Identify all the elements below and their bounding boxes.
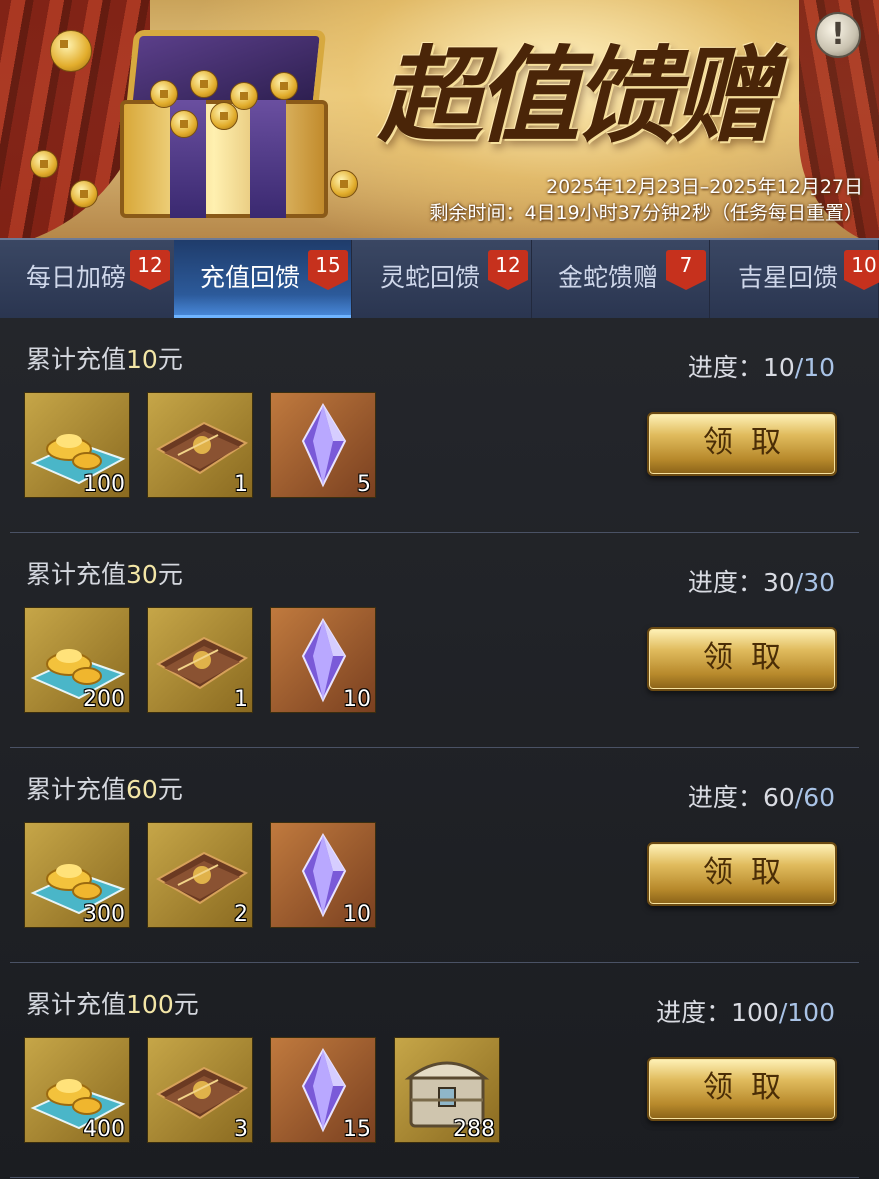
tab-badge: 15 [308,250,348,290]
tab-label: 金蛇馈赠 [558,263,659,292]
tab-label: 灵蛇回馈 [380,263,481,292]
reward-item-crystal[interactable]: 5 [270,392,376,498]
progress-text: 进度：30/30 [687,568,835,597]
remaining-time: 剩余时间：4日19小时37分钟2秒（任务每日重置） [429,202,863,224]
reward-row: 累计充值10元 进度：10/10 100 1 5 领取 [0,318,879,533]
claim-button[interactable]: 领取 [647,842,837,906]
reward-row: 累计充值60元 进度：60/60 300 2 10 领取 [0,748,879,963]
reward-item-scroll-book[interactable]: 3 [147,1037,253,1143]
item-count: 5 [357,472,371,497]
event-banner: 超值馈赠 2025年12月23日–2025年12月27日 剩余时间：4日19小时… [0,0,879,238]
reward-list: 累计充值10元 进度：10/10 100 1 5 领取 累计充值30元 进度：3… [0,318,879,1179]
tab-badge: 7 [666,250,706,290]
item-count: 288 [453,1117,495,1142]
reward-item-crystal[interactable]: 15 [270,1037,376,1143]
reward-requirement: 累计充值100元 [26,990,199,1019]
info-button[interactable]: ! [815,12,861,58]
treasure-chest-illustration [30,20,358,218]
item-count: 1 [234,687,248,712]
tab-spirit-snake[interactable]: 灵蛇回馈 12 [354,240,532,318]
tab-label: 吉星回馈 [738,263,839,292]
item-count: 100 [83,472,125,497]
item-count: 2 [234,902,248,927]
reward-item-scroll-book[interactable]: 1 [147,392,253,498]
tab-golden-snake[interactable]: 金蛇馈赠 7 [532,240,710,318]
tab-lucky-star[interactable]: 吉星回馈 10 [712,240,879,318]
item-count: 10 [343,902,371,927]
progress-text: 进度：60/60 [687,783,835,812]
claim-button[interactable]: 领取 [647,412,837,476]
reward-item-crystal[interactable]: 10 [270,822,376,928]
reward-item-scroll-book[interactable]: 1 [147,607,253,713]
banner-title: 超值馈赠 [378,34,776,157]
tab-recharge[interactable]: 充值回馈 15 [174,240,352,318]
claim-button[interactable]: 领取 [647,1057,837,1121]
item-count: 3 [234,1117,248,1142]
tab-bar: 每日加磅 12 充值回馈 15 灵蛇回馈 12 金蛇馈赠 7 吉星回馈 10 [0,238,879,322]
item-count: 10 [343,687,371,712]
reward-item-scroll-book[interactable]: 2 [147,822,253,928]
item-count: 200 [83,687,125,712]
progress-text: 进度：100/100 [656,998,835,1027]
event-date-range: 2025年12月23日–2025年12月27日 [546,176,863,198]
tab-badge: 12 [488,250,528,290]
tab-badge: 10 [844,250,879,290]
reward-item-gold-ingot[interactable]: 100 [24,392,130,498]
reward-requirement: 累计充值60元 [26,775,183,804]
tab-label: 充值回馈 [200,263,301,292]
tab-daily[interactable]: 每日加磅 12 [0,240,178,318]
reward-requirement: 累计充值10元 [26,345,183,374]
tab-label: 每日加磅 [26,263,127,292]
tab-badge: 12 [130,250,170,290]
item-count: 300 [83,902,125,927]
reward-row: 累计充值30元 进度：30/30 200 1 10 领取 [0,533,879,748]
item-count: 1 [234,472,248,497]
reward-row: 累计充值100元 进度：100/100 400 3 15 288 领取 [0,963,879,1178]
item-count: 400 [83,1117,125,1142]
reward-item-gold-ingot[interactable]: 400 [24,1037,130,1143]
reward-requirement: 累计充值30元 [26,560,183,589]
exclamation-icon: ! [831,17,845,52]
reward-item-gold-ingot[interactable]: 300 [24,822,130,928]
reward-item-gold-ingot[interactable]: 200 [24,607,130,713]
claim-button[interactable]: 领取 [647,627,837,691]
reward-item-crystal[interactable]: 10 [270,607,376,713]
progress-text: 进度：10/10 [687,353,835,382]
row-divider [10,1177,859,1178]
reward-item-treasure-chest[interactable]: 288 [394,1037,500,1143]
item-count: 15 [343,1117,371,1142]
